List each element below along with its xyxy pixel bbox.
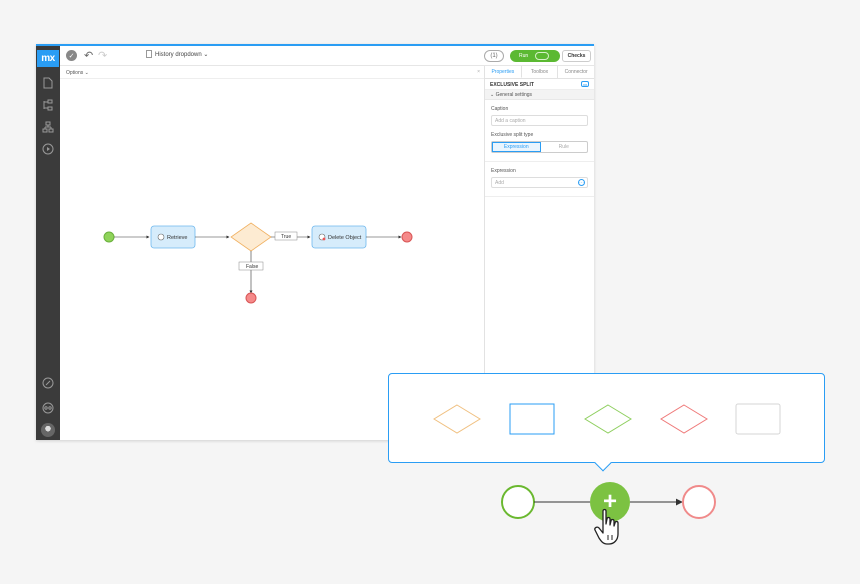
tab-connector[interactable]: Connector — [558, 66, 594, 78]
delete-object-label: Delete Object — [328, 235, 362, 241]
options-dropdown[interactable]: Options — [66, 70, 83, 76]
checks-button[interactable]: Checks — [562, 50, 591, 62]
divider — [485, 196, 594, 197]
inheritance-split-shape-option[interactable] — [659, 404, 709, 434]
split-type-label: Exclusive split type — [491, 132, 534, 138]
run-button[interactable]: Run — [510, 50, 560, 62]
tab-toolbox[interactable]: Toolbox — [522, 66, 559, 78]
version-pill[interactable]: (1) — [484, 50, 504, 62]
start-event-large — [501, 485, 535, 519]
close-options-icon[interactable]: × — [477, 69, 480, 75]
expression-editor-icon[interactable]: ⋯ — [578, 179, 585, 186]
document-title[interactable]: History dropdown ⌄ — [155, 51, 208, 58]
left-sidebar: mx — [36, 46, 60, 440]
caption-label: Caption — [491, 106, 509, 112]
end-event-false[interactable] — [245, 292, 257, 304]
true-flow-label: True — [274, 231, 298, 241]
play-icon[interactable] — [41, 142, 55, 156]
split-type-selector: Expression Rule — [491, 141, 588, 153]
undo-icon[interactable]: ↶ — [84, 49, 93, 62]
tab-properties[interactable]: Properties — [485, 66, 522, 78]
end-event-large — [682, 485, 716, 519]
caption-input[interactable]: Add a caption — [491, 115, 588, 126]
expression-label: Expression — [491, 168, 516, 174]
retrieve-activity[interactable]: Retrieve — [150, 225, 196, 249]
activity-shape-option[interactable] — [509, 403, 555, 435]
expression-input[interactable]: Add ⋯ — [491, 177, 588, 188]
mx-logo: mx — [37, 50, 59, 67]
general-settings-section[interactable]: ⌄ General settings — [485, 90, 594, 100]
retrieve-label: Retrieve — [167, 235, 187, 241]
delete-object-activity[interactable]: Delete Object — [311, 225, 367, 249]
hierarchy-icon[interactable] — [41, 120, 55, 134]
end-event[interactable] — [401, 231, 413, 243]
git-icon[interactable] — [41, 401, 55, 415]
help-icon[interactable]: ▭ — [581, 81, 589, 87]
document-title-icon — [146, 50, 152, 58]
annotation-shape-option[interactable] — [735, 403, 781, 435]
split-type-expression[interactable]: Expression — [492, 142, 541, 152]
document-icon[interactable] — [41, 76, 55, 90]
divider — [485, 161, 594, 162]
options-bar: Options ⌄ × — [60, 66, 484, 79]
check-circle-icon[interactable]: ✓ — [66, 50, 77, 61]
svg-text:False: False — [246, 264, 258, 270]
false-flow-label: False — [238, 261, 264, 271]
element-picker-popup — [388, 373, 825, 463]
panel-tabs: Properties Toolbox Connector — [485, 66, 594, 79]
hand-cursor-icon — [594, 508, 619, 545]
exclusive-split[interactable] — [230, 222, 272, 252]
view-icon — [535, 52, 550, 60]
redo-icon[interactable]: ↷ — [98, 49, 107, 62]
top-toolbar: ✓ ↶ ↷ History dropdown ⌄ (1) Run Checks — [60, 46, 594, 66]
user-avatar[interactable] — [41, 423, 55, 437]
structure-icon[interactable] — [41, 98, 55, 112]
merge-shape-option[interactable] — [583, 404, 633, 434]
compass-icon[interactable] — [41, 376, 55, 390]
panel-title: EXCLUSIVE SPLIT ▭ — [485, 79, 594, 90]
exclusive-split-shape-option[interactable] — [432, 404, 482, 434]
split-type-rule[interactable]: Rule — [541, 142, 588, 152]
start-event[interactable] — [103, 231, 115, 243]
svg-text:True: True — [281, 234, 291, 240]
